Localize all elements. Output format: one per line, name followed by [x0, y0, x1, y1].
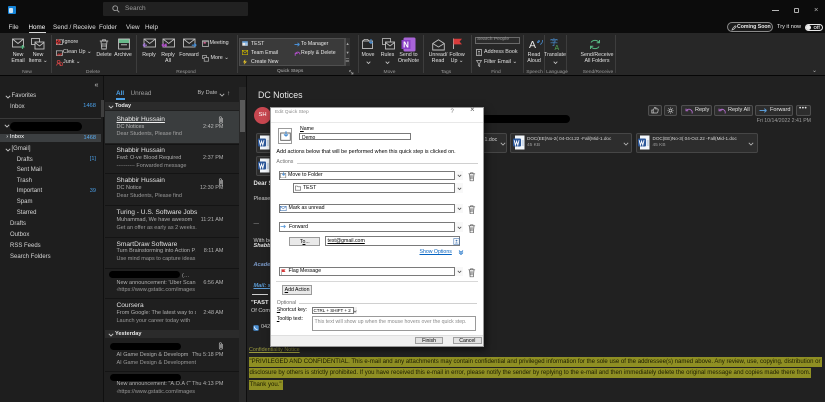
svg-text:N: N — [403, 40, 409, 49]
svg-text:A: A — [554, 45, 559, 51]
